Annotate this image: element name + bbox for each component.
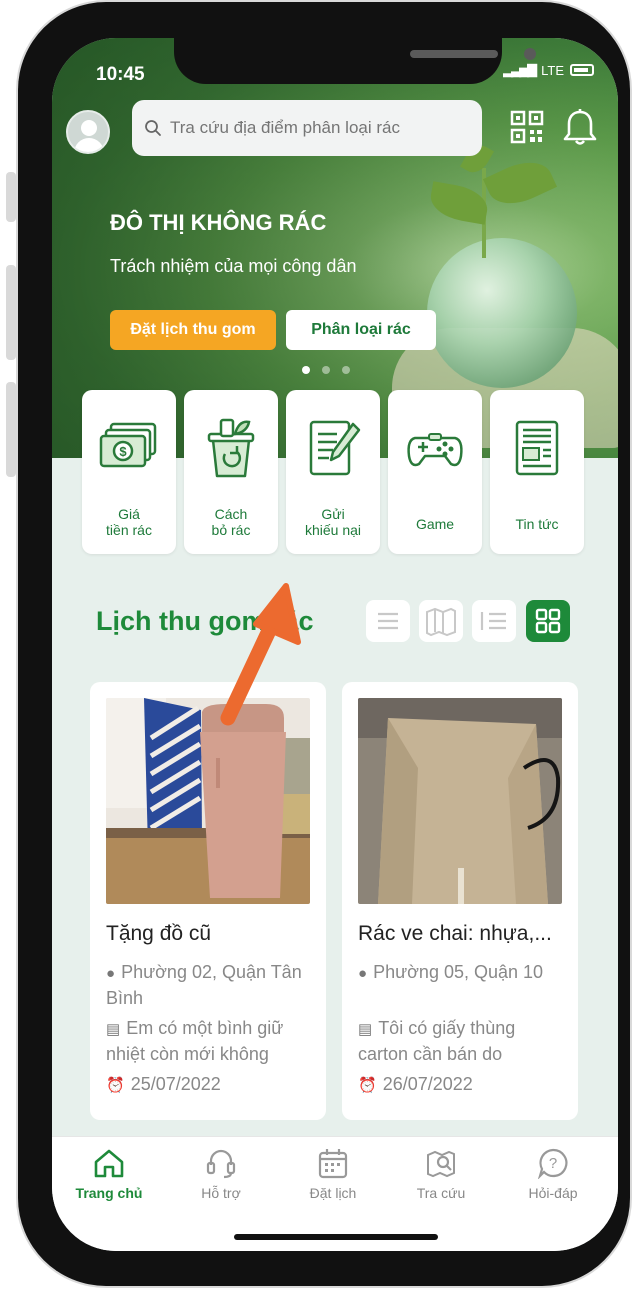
glass-globe-illustration <box>427 238 577 388</box>
location-text: Phường 02, Quận Tân Bình <box>106 962 302 1008</box>
search-bar[interactable] <box>132 100 482 156</box>
description-text: Tôi có giấy thùng carton cần bán do <box>358 1018 516 1064</box>
question-icon: ? <box>537 1148 568 1179</box>
quick-actions: $ Giá tiền rác Cách bỏ rác Gửi khiếu nại… <box>82 390 586 556</box>
quick-action-label: Giá <box>118 506 140 522</box>
carousel-indicator[interactable] <box>302 366 350 374</box>
tab-label: Trang chủ <box>75 1185 143 1201</box>
tab-support[interactable]: Hỗ trợ <box>176 1147 266 1207</box>
volume-down-button <box>6 382 16 477</box>
quick-action-news[interactable]: Tin tức <box>490 390 584 554</box>
pickup-card[interactable]: Rác ve chai: nhựa,... ● Phường 05, Quận 1… <box>342 682 578 1120</box>
map-view-button[interactable] <box>419 600 463 642</box>
location-pin-icon: ● <box>106 965 116 982</box>
date-text: 25/07/2022 <box>130 1074 221 1094</box>
svg-text:?: ? <box>549 1155 557 1172</box>
quick-action-label: Game <box>415 516 455 532</box>
tab-label: Tra cứu <box>416 1185 466 1201</box>
banner-subtitle: Trách nhiệm của mọi công dân <box>110 256 357 276</box>
quick-action-label: Tin tức <box>515 516 559 532</box>
document-icon: ▤ <box>358 1021 373 1038</box>
map-view-icon <box>426 607 456 637</box>
bell-icon[interactable] <box>562 108 598 146</box>
quick-action-complaint[interactable]: Gửi khiếu nại <box>286 390 380 554</box>
location-text: Phường 05, Quận 10 <box>373 962 544 982</box>
numbered-list-button[interactable] <box>472 600 516 642</box>
tab-label: Đặt lịch <box>309 1185 357 1201</box>
pickup-card[interactable]: Tặng đồ cũ ● Phường 02, Quận Tân Bình ▤ Em… <box>90 682 326 1120</box>
quick-action-game[interactable]: Game <box>388 390 482 554</box>
card-location: ● Phường 02, Quận Tân Bình <box>106 960 316 1010</box>
carousel-dot[interactable] <box>342 366 350 374</box>
tab-lookup[interactable]: Tra cứu <box>396 1147 486 1207</box>
network-label: LTE <box>541 62 564 78</box>
carousel-dot[interactable] <box>322 366 330 374</box>
signal-icon: ▂▃▅▇ <box>503 62 537 77</box>
document-icon: ▤ <box>106 1021 121 1038</box>
tab-label: Hỗ trợ <box>201 1185 241 1201</box>
date-text: 26/07/2022 <box>382 1074 473 1094</box>
alarm-clock-icon: ⏰ <box>106 1077 125 1094</box>
calendar-icon <box>318 1149 348 1179</box>
quick-action-label: Cách <box>214 506 248 522</box>
battery-icon <box>570 64 594 76</box>
tab-label: Hỏi-đáp <box>528 1185 578 1201</box>
section-title: Lịch thu gom rác <box>96 606 314 636</box>
card-title: Tặng đồ cũ <box>106 922 212 945</box>
quick-action-label: Gửi <box>321 506 345 522</box>
home-indicator[interactable] <box>234 1234 438 1240</box>
mute-switch <box>6 172 16 222</box>
svg-text:$: $ <box>119 444 127 459</box>
description-text: Em có một bình giữ nhiệt còn mới không <box>106 1018 284 1064</box>
list-view-icon <box>378 612 398 630</box>
status-indicators: ▂▃▅▇ LTE <box>503 62 594 78</box>
sort-waste-button[interactable]: Phân loại rác <box>286 310 436 350</box>
avatar[interactable] <box>66 110 110 154</box>
newspaper-icon <box>515 420 559 476</box>
carousel-dot[interactable] <box>302 366 310 374</box>
status-time: 10:45 <box>96 64 145 85</box>
quick-action-waste-fee[interactable]: $ Giá tiền rác <box>82 390 176 554</box>
quick-action-label: bỏ rác <box>211 522 251 538</box>
map-search-icon <box>427 1150 455 1178</box>
money-icon: $ <box>99 422 157 468</box>
list-view-button[interactable] <box>366 600 410 642</box>
app-screen: 10:45 ▂▃▅▇ LTE Tra cứu địa điểm phân loạ… <box>52 38 618 1251</box>
quick-action-label: tiền rác <box>106 522 152 538</box>
card-title: Rác ve chai: nhựa,... <box>358 922 552 945</box>
card-date: ⏰ 26/07/2022 <box>358 1072 568 1098</box>
thermos-photo <box>106 698 310 904</box>
location-pin-icon: ● <box>358 965 368 982</box>
headset-icon <box>206 1149 236 1179</box>
paper-bag-photo <box>358 698 562 904</box>
search-icon <box>145 120 161 136</box>
card-description: ▤ Em có một bình giữ nhiệt còn mới không <box>106 1016 316 1066</box>
card-location: ● Phường 05, Quận 10 <box>358 960 568 986</box>
grid-view-icon <box>535 608 561 634</box>
home-icon <box>94 1149 124 1178</box>
numbered-list-icon <box>480 612 506 630</box>
book-pickup-button[interactable]: Đặt lịch thu gom <box>110 310 276 350</box>
tab-faq[interactable]: ? Hỏi-đáp <box>508 1147 598 1207</box>
card-description: ▤ Tôi có giấy thùng carton cần bán do <box>358 1016 568 1066</box>
camera-notch <box>174 38 536 84</box>
quick-action-label: khiếu nại <box>304 522 362 538</box>
search-input[interactable] <box>170 118 460 138</box>
volume-up-button <box>6 265 16 360</box>
tab-schedule[interactable]: Đặt lịch <box>288 1147 378 1207</box>
grid-view-button[interactable] <box>526 600 570 642</box>
gamepad-icon <box>407 433 463 467</box>
qr-code-icon[interactable] <box>510 110 544 144</box>
complaint-form-icon <box>309 420 361 476</box>
alarm-clock-icon: ⏰ <box>358 1077 377 1094</box>
card-date: ⏰ 25/07/2022 <box>106 1072 316 1098</box>
tab-home[interactable]: Trang chủ <box>64 1147 154 1207</box>
quick-action-disposal-guide[interactable]: Cách bỏ rác <box>184 390 278 554</box>
recycle-bin-icon <box>207 418 255 478</box>
banner-title: ĐÔ THỊ KHÔNG RÁC <box>110 210 327 235</box>
